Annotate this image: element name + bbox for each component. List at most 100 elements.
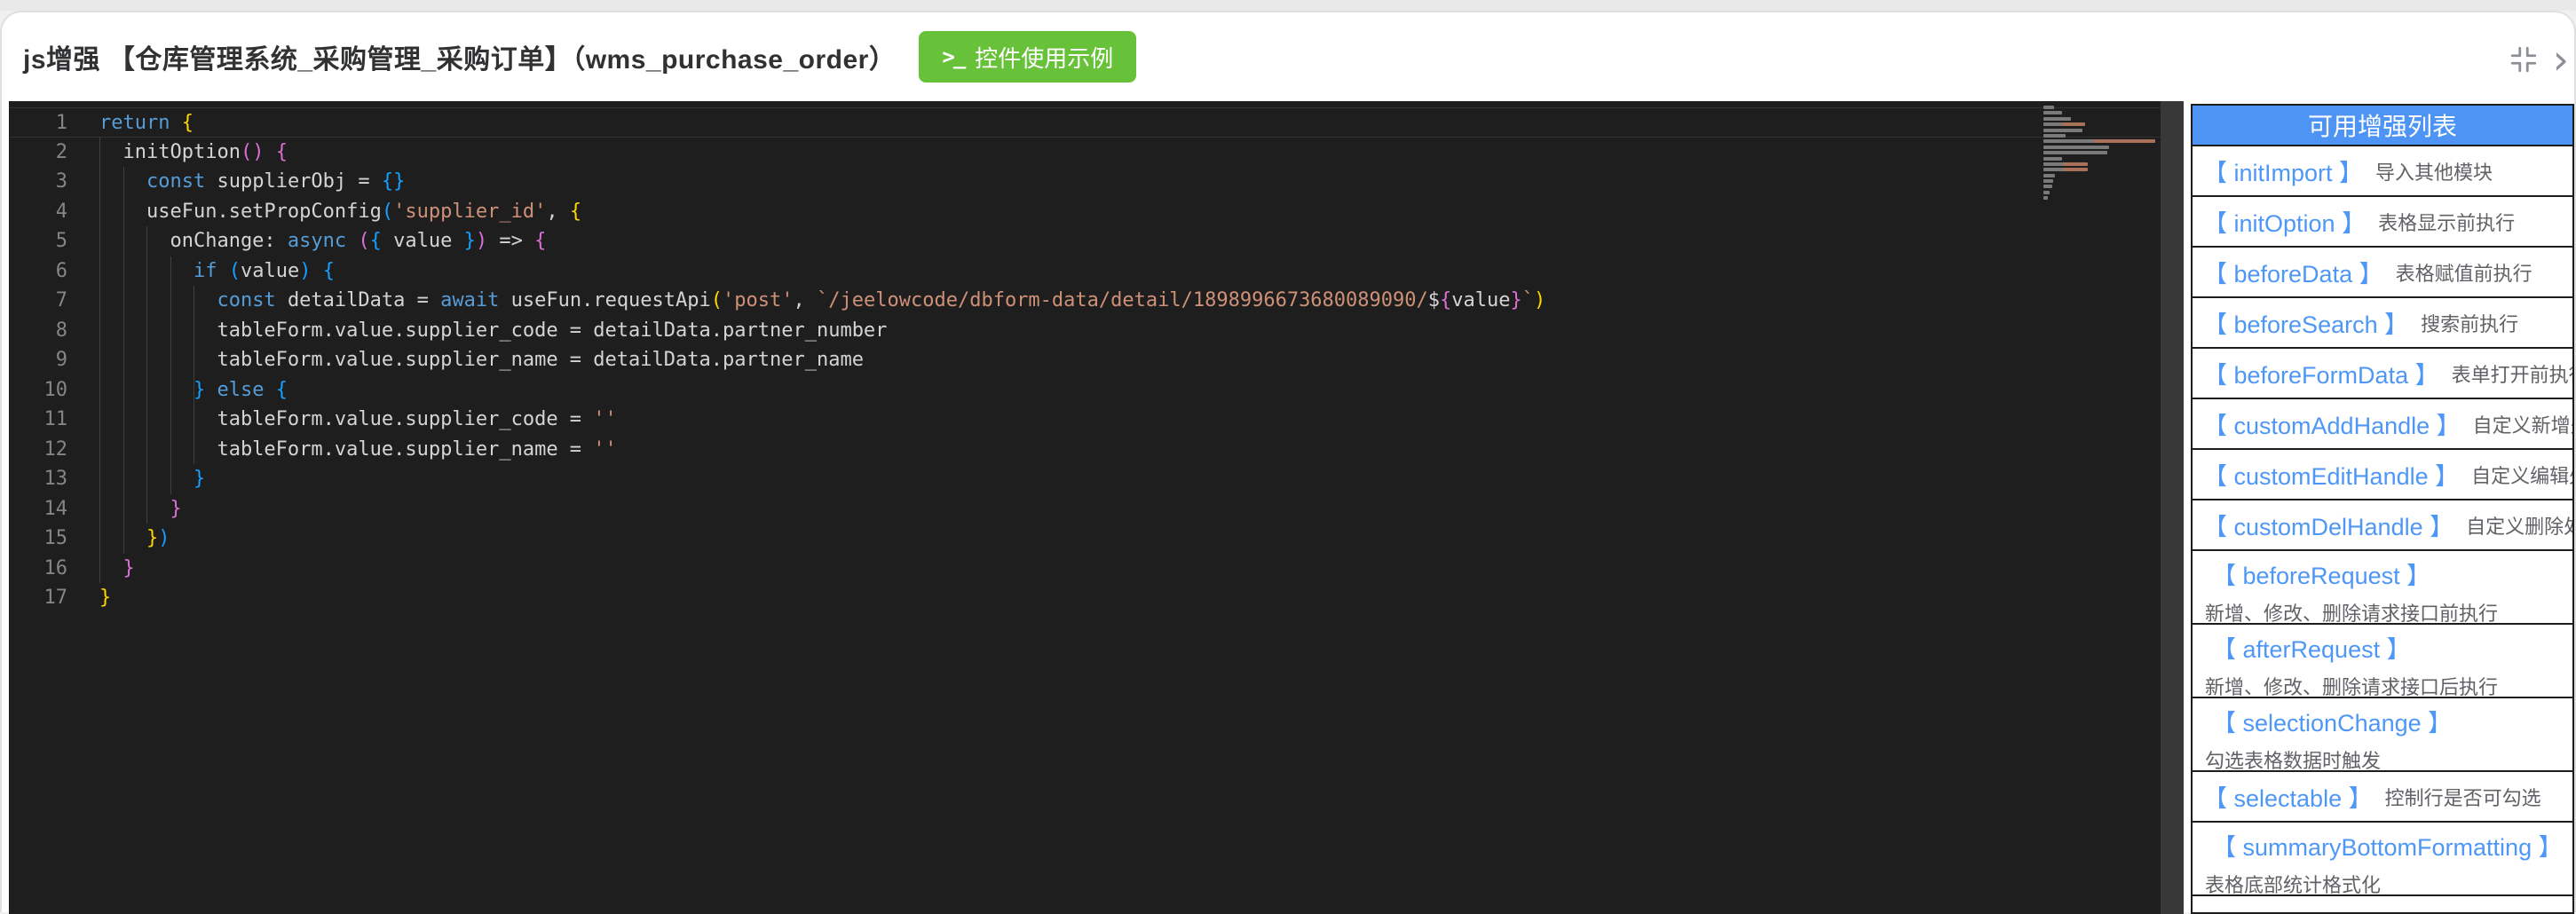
line-number: 17 xyxy=(43,587,68,609)
enhancement-name: 【 selectable 】 xyxy=(2203,785,2373,812)
code-line[interactable]: 14 } xyxy=(9,494,2184,524)
line-number: 9 xyxy=(55,349,67,371)
page-title: js增强 【仓库管理系统_采购管理_采购订单】（wms_purchase_ord… xyxy=(23,45,897,75)
enhancement-item-initOption[interactable]: 【 initOption 】表格显示前执行 xyxy=(2193,197,2572,248)
enhancement-item-customEditHandle[interactable]: 【 customEditHandle 】自定义编辑处理 xyxy=(2193,450,2572,500)
code-line[interactable]: 11 tableForm.value.supplier_code = '' xyxy=(9,405,2184,435)
enhancement-description: 自定义新增处理 xyxy=(2472,414,2572,437)
line-number: 8 xyxy=(55,319,67,342)
enhancement-name: 【 customEditHandle 】 xyxy=(2203,463,2460,490)
enhancement-description: 表格底部统计格式化 xyxy=(2205,874,2382,896)
window-top-strip xyxy=(0,0,2576,11)
enhancement-item-summaryBottomFormatting[interactable]: 【 summaryBottomFormatting 】表格底部统计格式化 xyxy=(2193,823,2572,896)
code-line[interactable]: 3 const supplierObj = {} xyxy=(9,167,2184,197)
enhancement-name: 【 beforeSearch 】 xyxy=(2203,311,2409,338)
line-number: 16 xyxy=(43,556,68,579)
enhancement-name: 【 beforeRequest 】 xyxy=(2212,563,2431,589)
enhancement-item-initImport[interactable]: 【 initImport 】导入其他模块 xyxy=(2193,146,2572,197)
widget-usage-example-label: 控件使用示例 xyxy=(975,44,1114,72)
line-number: 1 xyxy=(55,112,67,134)
enhancement-description: 表格赋值前执行 xyxy=(2395,262,2533,285)
js-enhance-dialog: js增强 【仓库管理系统_采购管理_采购订单】（wms_purchase_ord… xyxy=(0,11,2576,914)
code-text: } xyxy=(170,497,182,520)
enhancement-description: 搜索前执行 xyxy=(2421,312,2519,335)
enhancement-name: 【 customAddHandle 】 xyxy=(2203,413,2461,439)
minimap[interactable] xyxy=(2043,106,2159,212)
enhancement-item-customDelHandle[interactable]: 【 customDelHandle 】自定义删除处理 xyxy=(2193,500,2572,551)
dialog-header: js增强 【仓库管理系统_采购管理_采购订单】（wms_purchase_ord… xyxy=(2,12,2574,101)
code-text: } else { xyxy=(193,378,288,401)
code-text: tableForm.value.supplier_code = '' xyxy=(99,408,617,430)
line-number: 5 xyxy=(55,230,67,252)
code-text: return { xyxy=(99,112,194,134)
enhancement-name: 【 selectionChange 】 xyxy=(2212,710,2453,737)
code-text: tableForm.value.supplier_name = '' xyxy=(99,437,617,461)
enhancement-description: 导入其他模块 xyxy=(2375,161,2493,184)
enhancement-description: 新增、修改、删除请求接口前执行 xyxy=(2205,603,2499,625)
code-line[interactable]: 9 tableForm.value.supplier_name = detail… xyxy=(9,345,2184,375)
code-line[interactable]: 17} xyxy=(9,583,2184,613)
enhancement-description: 控制行是否可勾选 xyxy=(2384,786,2541,809)
exit-fullscreen-icon[interactable] xyxy=(2509,44,2539,75)
code-line[interactable]: 2 initOption() { xyxy=(9,138,2184,168)
code-line[interactable]: 4 useFun.setPropConfig('supplier_id', { xyxy=(9,197,2184,227)
enhancement-description: 自定义编辑处理 xyxy=(2471,464,2572,487)
code-line[interactable]: 6 if (value) { xyxy=(9,256,2184,287)
enhancement-description: 新增、修改、删除请求接口后执行 xyxy=(2205,676,2499,698)
line-number: 15 xyxy=(43,527,68,549)
code-text: } xyxy=(122,556,135,579)
code-editor[interactable]: 1 return {2 initOption() {3 const supplie… xyxy=(9,101,2184,914)
enhancement-name: 【 summaryBottomFormatting 】 xyxy=(2212,834,2563,861)
enhancement-item-beforeSearch[interactable]: 【 beforeSearch 】搜索前执行 xyxy=(2193,298,2572,349)
enhancement-item-clipped[interactable]: 【】 xyxy=(2193,896,2572,912)
enhancement-name: 【 beforeFormData 】 xyxy=(2203,362,2439,389)
code-line[interactable]: 13 } xyxy=(9,464,2184,494)
code-text: tableForm.value.supplier_name = detailDa… xyxy=(99,349,864,371)
line-number: 4 xyxy=(55,200,67,223)
enhancement-item-selectionChange[interactable]: 【 selectionChange 】勾选表格数据时触发 xyxy=(2193,698,2572,772)
code-line[interactable]: 1 return { xyxy=(9,107,2184,138)
enhancement-description: 自定义删除处理 xyxy=(2466,515,2572,538)
enhancement-name: 【 customDelHandle 】 xyxy=(2203,514,2454,540)
code-text: } xyxy=(193,468,206,490)
enhancement-item-selectable[interactable]: 【 selectable 】控制行是否可勾选 xyxy=(2193,772,2572,823)
code-line[interactable]: 12 tableForm.value.supplier_name = '' xyxy=(9,435,2184,465)
code-line[interactable]: 8 tableForm.value.supplier_code = detail… xyxy=(9,316,2184,346)
line-number: 7 xyxy=(55,289,67,311)
code-text: const detailData = await useFun.requestA… xyxy=(217,289,1546,311)
line-number: 2 xyxy=(55,140,67,163)
enhancement-description: 表单打开前执行 xyxy=(2451,363,2572,386)
enhancement-name: 【 afterRequest 】 xyxy=(2212,636,2411,663)
enhancement-item-afterRequest[interactable]: 【 afterRequest 】新增、修改、删除请求接口后执行 xyxy=(2193,625,2572,698)
code-lines: 1 return {2 initOption() {3 const supplie… xyxy=(9,107,2184,613)
enhancement-name: 【 initImport 】 xyxy=(2203,160,2364,186)
enhancement-item-beforeFormData[interactable]: 【 beforeFormData 】表单打开前执行 xyxy=(2193,349,2572,399)
code-line[interactable]: 10 } else { xyxy=(9,375,2184,406)
line-number: 6 xyxy=(55,259,67,282)
line-number: 11 xyxy=(43,408,68,430)
widget-usage-example-button[interactable]: >_ 控件使用示例 xyxy=(919,31,1137,83)
enhancement-item-customAddHandle[interactable]: 【 customAddHandle 】自定义新增处理 xyxy=(2193,399,2572,450)
code-text: onChange: async ({ value }) => { xyxy=(99,230,547,252)
enhancement-list-items: 【 initImport 】导入其他模块【 initOption 】表格显示前执… xyxy=(2193,146,2572,912)
code-line[interactable]: 7 const detailData = await useFun.reques… xyxy=(9,286,2184,316)
line-number: 12 xyxy=(43,437,68,461)
line-number: 10 xyxy=(43,378,68,401)
enhancement-description: 表格显示前执行 xyxy=(2378,211,2516,234)
code-text: tableForm.value.supplier_code = detailDa… xyxy=(99,319,888,342)
code-line[interactable]: 16 } xyxy=(9,554,2184,584)
code-text: const supplierObj = {} xyxy=(146,170,406,193)
code-line[interactable]: 15 }) xyxy=(9,524,2184,554)
terminal-prompt-icon: >_ xyxy=(942,44,966,69)
enhancement-item-beforeData[interactable]: 【 beforeData 】表格赋值前执行 xyxy=(2193,248,2572,298)
enhancement-item-beforeRequest[interactable]: 【 beforeRequest 】新增、修改、删除请求接口前执行 xyxy=(2193,551,2572,625)
code-text: initOption() { xyxy=(99,140,288,163)
code-text: } xyxy=(99,587,112,609)
editor-scrollbar[interactable] xyxy=(2161,101,2184,914)
enhancement-list-panel: 可用增强列表 【 initImport 】导入其他模块【 initOption … xyxy=(2191,104,2574,914)
chevron-right-icon[interactable]: › xyxy=(2553,39,2569,80)
enhancement-list-title: 可用增强列表 xyxy=(2193,106,2572,146)
code-line[interactable]: 5 onChange: async ({ value }) => { xyxy=(9,226,2184,256)
enhancement-description: 勾选表格数据时触发 xyxy=(2205,750,2382,772)
line-number: 14 xyxy=(43,497,68,520)
